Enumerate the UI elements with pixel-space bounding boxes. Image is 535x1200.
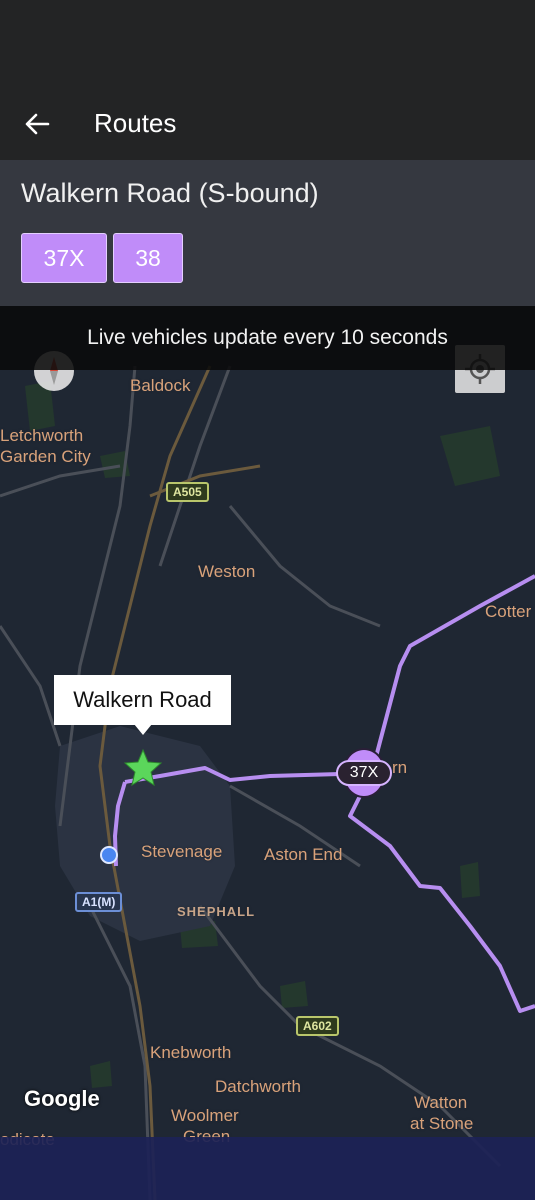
place-label: Datchworth	[215, 1077, 301, 1096]
route-chips: 37X 38	[21, 233, 183, 283]
bus-stop-star-marker[interactable]	[123, 748, 163, 788]
live-update-banner: Live vehicles update every 10 seconds	[0, 306, 535, 370]
road-label-a602: A602	[296, 1016, 339, 1036]
user-location-dot	[100, 846, 118, 864]
place-label: Cotter	[485, 602, 532, 621]
callout-tail	[134, 724, 152, 735]
place-label: Woolmer	[171, 1106, 239, 1125]
place-label: Garden City	[0, 447, 91, 466]
place-label: rn	[392, 758, 408, 777]
bottom-sheet-edge[interactable]	[0, 1137, 535, 1200]
road-label-a505: A505	[166, 482, 209, 502]
place-label: SHEPHALL	[177, 904, 256, 919]
place-label: Watton	[414, 1093, 468, 1112]
live-bus-marker[interactable]: 37X	[336, 748, 392, 798]
place-label: Knebworth	[150, 1043, 232, 1062]
page-title: Routes	[94, 108, 177, 138]
place-label: Aston End	[264, 845, 343, 864]
app-bar: Routes	[0, 88, 535, 160]
status-bar	[0, 0, 535, 88]
stop-callout[interactable]: Walkern Road	[54, 675, 231, 725]
route-chip-37x[interactable]: 37X	[21, 233, 107, 283]
place-label: Letchworth	[0, 426, 84, 445]
road-label-a1m: A1(M)	[75, 892, 123, 912]
map-view[interactable]: Baldock Letchworth Garden City Weston Co…	[0, 306, 535, 1200]
arrow-left-icon	[25, 113, 50, 135]
star-icon	[123, 748, 163, 787]
stop-name: Walkern Road (S-bound)	[21, 178, 319, 208]
back-button[interactable]	[18, 104, 58, 144]
place-label: at Stone	[410, 1114, 474, 1133]
stop-panel: Walkern Road (S-bound) 37X 38	[0, 160, 535, 306]
place-label: Baldock	[130, 376, 191, 395]
bus-marker-label: 37X	[336, 760, 392, 786]
place-label: Weston	[198, 562, 256, 581]
route-chip-38[interactable]: 38	[113, 233, 183, 283]
google-attribution: Google	[24, 1086, 100, 1111]
place-label: Stevenage	[141, 842, 223, 861]
